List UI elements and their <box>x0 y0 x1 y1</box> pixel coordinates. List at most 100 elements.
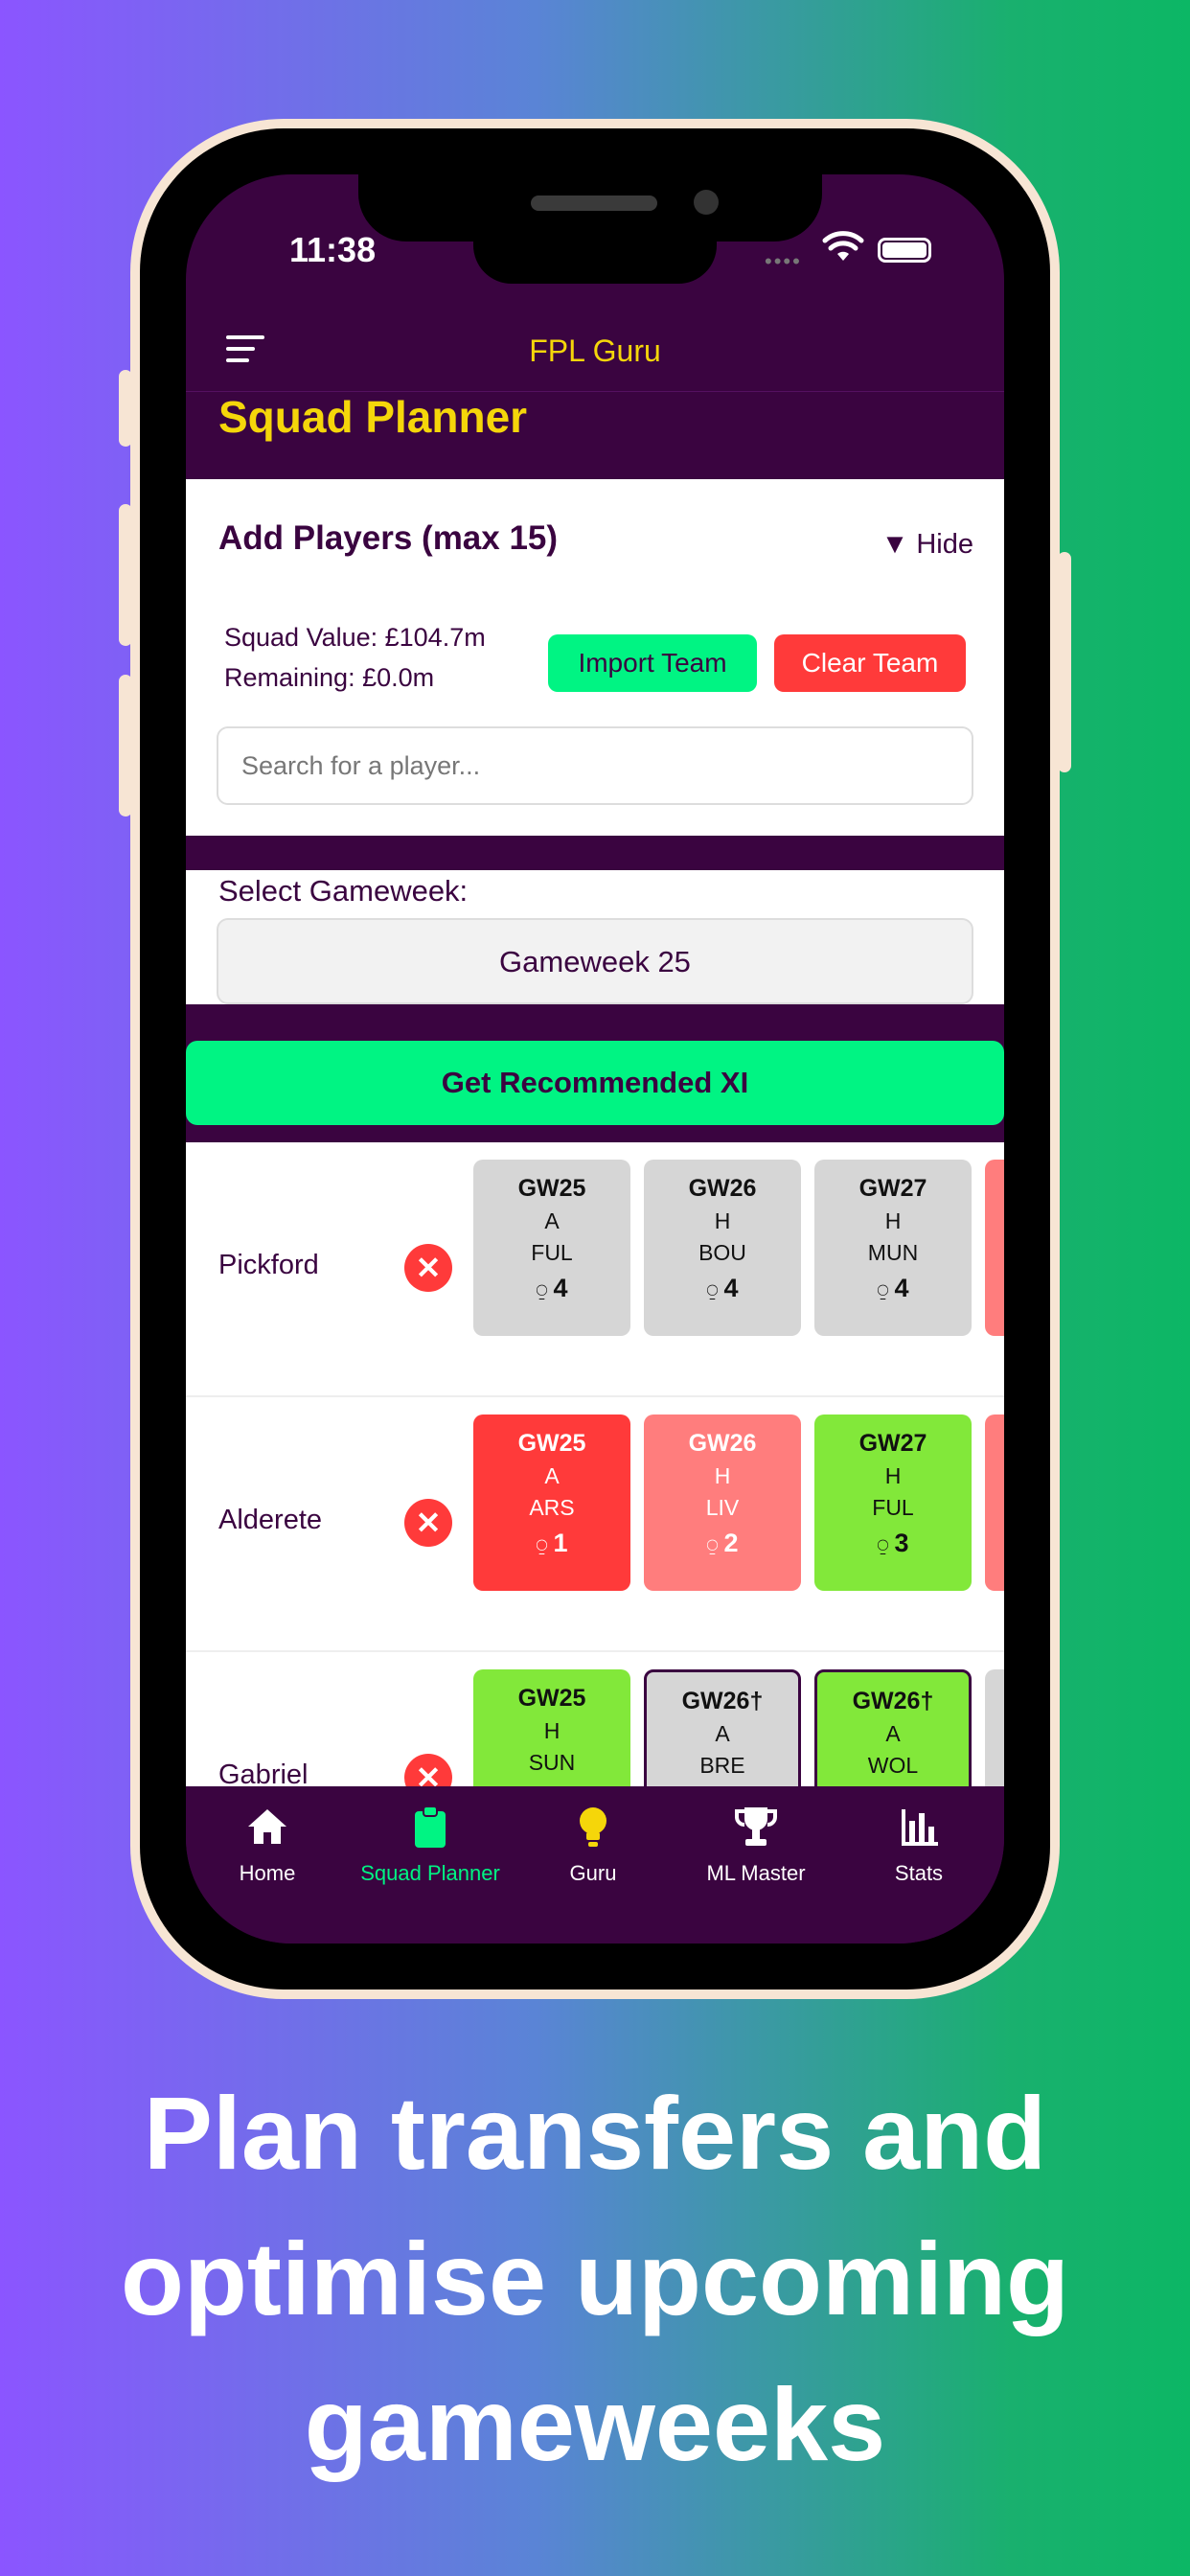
fixture-gameweek: GW25 <box>517 1430 586 1457</box>
fixture-gameweek: GW26 <box>688 1430 757 1457</box>
fixture-opponent: BRE <box>699 1753 745 1778</box>
speaker <box>531 196 657 211</box>
lightbulb-icon <box>580 1807 606 1847</box>
fixture-venue: H <box>543 1718 561 1743</box>
tab-ml-master[interactable]: ML Master <box>675 1804 837 1886</box>
fixture-venue: A <box>544 1208 560 1233</box>
remove-player-icon[interactable]: ✕ <box>404 1499 452 1547</box>
tab-home[interactable]: Home <box>186 1804 349 1886</box>
fixture-strip[interactable]: GW25 A FUL ⍜ 4 GW26 H BOU ⍜ 4 GW27 H MUN… <box>473 1160 1004 1342</box>
fixture-card: GW27 H MUN ⍜ 4 <box>814 1160 972 1336</box>
points-icon: ⍜ <box>877 1535 889 1556</box>
caption-line: gameweeks <box>304 2366 886 2482</box>
fixture-card: GW26† A BRE <box>644 1669 801 1786</box>
squad-player-list: Pickford ✕ GW25 A FUL ⍜4 GW26 H BOU ⍜4 <box>186 1142 1004 1786</box>
fixture-points: 1 <box>553 1529 568 1557</box>
remove-player-icon[interactable]: ✕ <box>404 1244 452 1292</box>
fixture-gameweek: GW25 <box>517 1175 586 1202</box>
mute-switch <box>119 370 132 447</box>
squad-value-text: Squad Value: £104.7m <box>224 623 486 652</box>
clear-team-button[interactable]: Clear Team <box>774 634 966 692</box>
fixture-opponent: SUN <box>528 1750 576 1775</box>
fixture-card-partial <box>985 1669 1004 1786</box>
tab-guru[interactable]: Guru <box>512 1804 675 1886</box>
fixture-gameweek: GW26† <box>681 1688 764 1714</box>
remove-player-icon[interactable]: ✕ <box>404 1754 452 1786</box>
status-time: 11:38 <box>289 230 377 269</box>
volume-up-button <box>119 504 132 646</box>
phone-screen: 11:38 •••• FPL Guru Squad Planner Add Pl… <box>186 174 1004 1944</box>
points-icon: ⍜ <box>706 1535 719 1556</box>
add-players-card: Add Players (max 15) ▼ Hide Squad Value:… <box>186 479 1004 836</box>
fixture-card: GW25 H SUN <box>473 1669 630 1786</box>
fixture-gameweek: GW27 <box>858 1430 927 1457</box>
fixture-venue: H <box>884 1208 902 1233</box>
tab-label: Guru <box>569 1861 617 1885</box>
fixture-opponent: ARS <box>529 1495 575 1520</box>
signal-icon: •••• <box>765 249 802 273</box>
tab-squad-planner[interactable]: Squad Planner <box>349 1804 512 1886</box>
tab-label: Stats <box>894 1861 944 1885</box>
fixture-gameweek: GW26† <box>852 1688 934 1714</box>
import-team-button[interactable]: Import Team <box>548 634 757 692</box>
fixture-opponent: BOU <box>698 1240 746 1265</box>
player-row: Pickford ✕ GW25 A FUL ⍜4 GW26 H BOU ⍜4 <box>186 1142 1004 1397</box>
fixture-opponent: FUL <box>872 1495 914 1520</box>
gameweek-select[interactable]: Gameweek 25 <box>217 918 973 1004</box>
tab-label: Home <box>239 1861 296 1885</box>
hide-toggle-button[interactable]: ▼ Hide <box>881 529 973 561</box>
fixture-venue: A <box>715 1721 730 1746</box>
gameweek-card: Select Gameweek: Gameweek 25 <box>186 870 1004 1004</box>
points-icon: ⍜ <box>536 1535 548 1556</box>
fixture-strip[interactable]: GW25 A ARS ⍜ 1 GW26 H LIV ⍜ 2 GW27 H FUL… <box>473 1414 1004 1597</box>
bottom-tab-bar: Home Squad Planner Guru ML Master Stats <box>186 1786 1004 1944</box>
fixture-gameweek: GW25 <box>517 1685 586 1712</box>
home-icon <box>248 1809 286 1844</box>
fixture-points: 4 <box>894 1274 909 1302</box>
caption-line: Plan transfers and <box>143 2075 1047 2191</box>
clipboard-icon <box>415 1806 446 1848</box>
player-row: Alderete ✕ GW25 A ARS ⍜1 GW26 H LIV ⍜2 <box>186 1397 1004 1652</box>
fixture-strip[interactable]: GW25 H SUN GW26† A BRE GW26† A WOL <box>473 1669 1004 1786</box>
app-bar: FPL Guru <box>186 309 1004 395</box>
notch-lower <box>473 232 717 284</box>
points-icon: ⍜ <box>706 1280 719 1301</box>
fixture-points: 4 <box>553 1274 568 1302</box>
fixture-venue: H <box>714 1208 731 1233</box>
fixture-opponent: WOL <box>867 1753 919 1778</box>
fixture-gameweek: GW26 <box>688 1175 757 1202</box>
tab-stats[interactable]: Stats <box>837 1804 1000 1886</box>
get-recommended-xi-button[interactable]: Get Recommended XI <box>186 1041 1004 1125</box>
player-row: Gabriel ✕ GW25 H SUN GW26† A BRE GW26† A… <box>186 1652 1004 1786</box>
fixture-card: GW26 H BOU ⍜ 4 <box>644 1160 801 1336</box>
player-name: Alderete <box>218 1505 323 1535</box>
bar-chart-icon <box>902 1809 938 1846</box>
fixture-card: GW27 H FUL ⍜ 3 <box>814 1414 972 1591</box>
fixture-card: GW25 A ARS ⍜ 1 <box>473 1414 630 1591</box>
fixture-opponent: LIV <box>705 1495 740 1520</box>
fixture-card: GW26 H LIV ⍜ 2 <box>644 1414 801 1591</box>
fixture-points: 2 <box>723 1529 739 1557</box>
fixture-venue: A <box>544 1463 560 1488</box>
app-title: FPL Guru <box>529 334 661 368</box>
player-name: Gabriel <box>218 1760 309 1786</box>
fixture-opponent: FUL <box>531 1240 573 1265</box>
fixture-points: 4 <box>723 1274 739 1302</box>
player-name: Pickford <box>218 1250 319 1280</box>
fixture-venue: A <box>885 1721 901 1746</box>
fixture-card-partial <box>985 1160 1004 1336</box>
fixture-card-partial <box>985 1414 1004 1591</box>
points-icon: ⍜ <box>877 1280 889 1301</box>
gameweek-label: Select Gameweek: <box>218 874 469 908</box>
player-search-input[interactable] <box>217 726 973 805</box>
battery-icon <box>878 238 931 263</box>
caption-line: optimise upcoming <box>120 2220 1070 2336</box>
volume-down-button <box>119 675 132 816</box>
power-button <box>1058 552 1071 772</box>
page-title: Squad Planner <box>218 392 528 442</box>
fixture-card: GW25 A FUL ⍜ 4 <box>473 1160 630 1336</box>
fixture-venue: H <box>714 1463 731 1488</box>
remaining-budget-text: Remaining: £0.0m <box>224 663 435 692</box>
promo-caption: Plan transfers and optimise upcoming gam… <box>0 2060 1190 2497</box>
wifi-icon <box>822 231 864 261</box>
